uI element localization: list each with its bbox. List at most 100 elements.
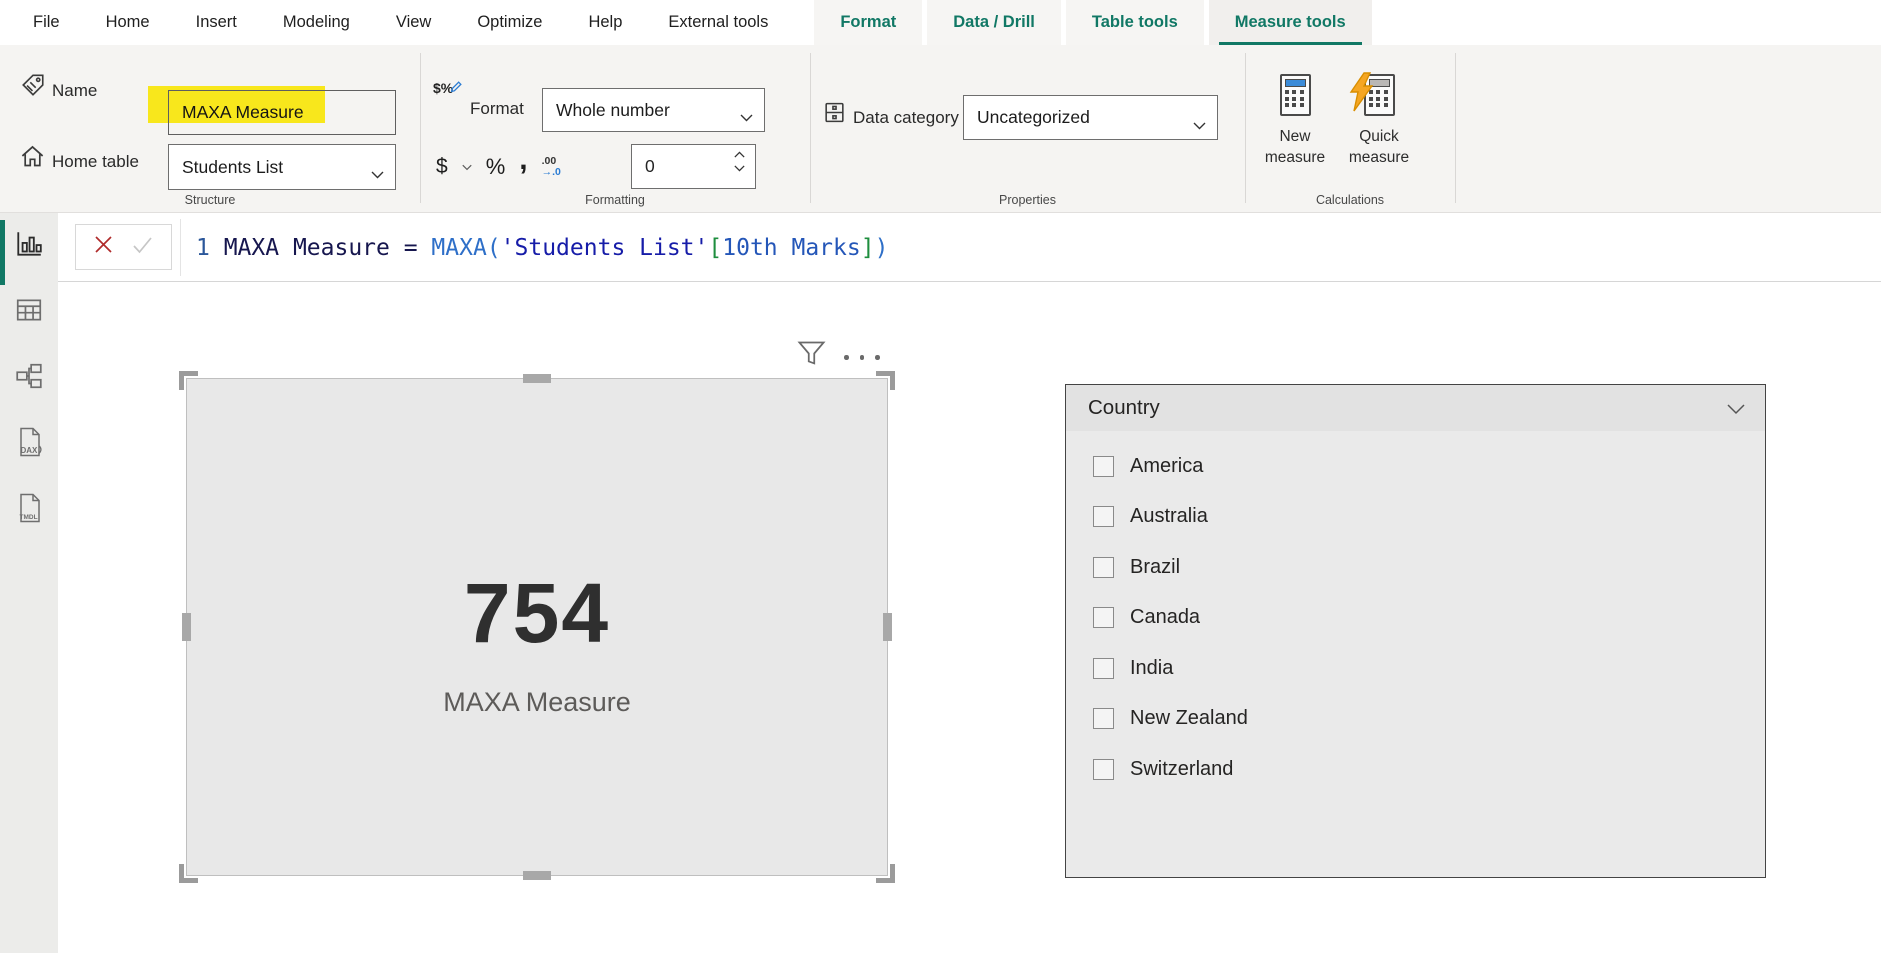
chevron-down-icon <box>1193 114 1206 135</box>
model-view-icon <box>14 361 44 396</box>
checkbox-unchecked[interactable] <box>1093 456 1114 477</box>
formula-token: ( <box>487 235 501 261</box>
checkbox-unchecked[interactable] <box>1093 557 1114 578</box>
slicer-item-label: Brazil <box>1130 556 1180 579</box>
checkbox-unchecked[interactable] <box>1093 506 1114 527</box>
resize-handle[interactable] <box>523 374 551 383</box>
tab-table-tools[interactable]: Table tools <box>1066 0 1204 45</box>
decimal-places-stepper[interactable]: 0 <box>631 144 756 189</box>
sidebar-item-model-view[interactable] <box>0 345 58 411</box>
formula-token: MAXA <box>431 235 486 261</box>
menu-item-home[interactable]: Home <box>83 0 173 45</box>
slicer-item-america[interactable]: America <box>1093 441 1765 492</box>
resize-handle[interactable] <box>876 371 895 390</box>
stepper-arrows[interactable] <box>734 151 745 172</box>
data-category-value: Uncategorized <box>977 107 1090 128</box>
menu-item-file[interactable]: File <box>10 0 83 45</box>
menu-bar: FileHomeInsertModelingViewOptimizeHelpEx… <box>0 0 1881 45</box>
resize-handle[interactable] <box>182 613 191 641</box>
format-pencil-icon: $% <box>433 72 463 96</box>
formula-token: 'Students List' <box>501 235 709 261</box>
sidebar-item-table-view[interactable] <box>0 279 58 345</box>
menu-item-insert[interactable]: Insert <box>173 0 260 45</box>
new-measure-calculator-icon <box>1280 74 1311 116</box>
formula-token: ) <box>875 235 889 261</box>
slicer-item-label: Australia <box>1130 505 1208 528</box>
tmdl-view-icon: TMDL <box>14 492 44 529</box>
filter-icon[interactable] <box>795 337 828 375</box>
slicer-item-new-zealand[interactable]: New Zealand <box>1093 694 1765 745</box>
resize-handle[interactable] <box>883 613 892 641</box>
chevron-down-icon[interactable] <box>462 158 472 176</box>
card-visual[interactable]: 754 MAXA Measure <box>186 378 888 876</box>
home-table-select[interactable]: Students List <box>168 144 396 190</box>
data-category-select[interactable]: Uncategorized <box>963 95 1218 140</box>
checkbox-unchecked[interactable] <box>1093 708 1114 729</box>
resize-handle[interactable] <box>179 371 198 390</box>
new-measure-label: New measure <box>1265 126 1325 168</box>
resize-handle[interactable] <box>876 864 895 883</box>
checkbox-unchecked[interactable] <box>1093 658 1114 679</box>
tab-measure-tools[interactable]: Measure tools <box>1209 0 1372 45</box>
cancel-formula-button[interactable] <box>94 235 113 259</box>
slicer-item-brazil[interactable]: Brazil <box>1093 542 1765 593</box>
group-label-calculations: Calculations <box>1245 193 1455 207</box>
format-select[interactable]: Whole number <box>542 88 765 132</box>
sidebar-item-tmdl-view[interactable]: TMDL <box>0 477 58 543</box>
ribbon-divider <box>1245 53 1246 203</box>
slicer-item-australia[interactable]: Australia <box>1093 492 1765 543</box>
slicer-title: Country <box>1088 396 1160 420</box>
tab-data-drill[interactable]: Data / Drill <box>927 0 1061 45</box>
menu-item-modeling[interactable]: Modeling <box>260 0 373 45</box>
slicer-item-label: New Zealand <box>1130 707 1248 730</box>
report-canvas[interactable]: 754 MAXA Measure Country America Australi… <box>58 282 1881 953</box>
formula-text[interactable]: 1 MAXA Measure = MAXA('Students List'[10… <box>196 213 888 282</box>
home-icon <box>19 143 46 175</box>
data-category-icon <box>822 100 847 130</box>
group-label-formatting: Formatting <box>420 193 810 207</box>
sidebar-item-report-view[interactable] <box>0 213 58 279</box>
ribbon-divider <box>420 53 421 203</box>
lightning-icon <box>1348 72 1374 117</box>
sidebar-item-dax-query-view[interactable]: DAX <box>0 411 58 477</box>
contextual-tabs: FormatData / DrillTable toolsMeasure too… <box>809 0 1371 45</box>
decimal-places-value: 0 <box>645 156 655 177</box>
slicer-item-switzerland[interactable]: Switzerland <box>1093 744 1765 795</box>
chevron-down-icon <box>371 163 384 184</box>
checkbox-unchecked[interactable] <box>1093 759 1114 780</box>
resize-handle[interactable] <box>523 871 551 880</box>
percent-icon[interactable]: % <box>486 154 506 180</box>
more-options-icon[interactable] <box>844 355 880 360</box>
country-slicer[interactable]: Country America Australia Brazil Canada Indi… <box>1065 384 1766 878</box>
quick-measure-label: Quick measure <box>1349 126 1409 168</box>
slicer-item-india[interactable]: India <box>1093 643 1765 694</box>
home-table-value: Students List <box>182 157 283 178</box>
menu-item-optimize[interactable]: Optimize <box>454 0 565 45</box>
group-label-properties: Properties <box>810 193 1245 207</box>
menu-item-help[interactable]: Help <box>565 0 645 45</box>
data-category-label: Data category <box>853 108 959 128</box>
format-value: Whole number <box>556 100 670 121</box>
new-measure-button[interactable]: New measure <box>1254 67 1336 168</box>
slicer-item-canada[interactable]: Canada <box>1093 593 1765 644</box>
ribbon: Name Home table Students List Structure … <box>0 45 1881 213</box>
resize-handle[interactable] <box>179 864 198 883</box>
measure-name-input[interactable] <box>168 90 396 135</box>
slicer-item-label: Canada <box>1130 606 1200 629</box>
commit-formula-button[interactable] <box>132 236 153 259</box>
view-sidebar: DAX TMDL <box>0 213 58 953</box>
thousands-separator-icon[interactable]: , <box>519 155 527 165</box>
quick-measure-button[interactable]: Quick measure <box>1338 67 1420 168</box>
table-view-icon <box>14 295 44 330</box>
menu-item-external-tools[interactable]: External tools <box>645 0 791 45</box>
svg-text:TMDL: TMDL <box>20 514 38 521</box>
formula-token: MAXA Measure <box>224 235 404 261</box>
menu-item-view[interactable]: View <box>373 0 454 45</box>
quick-measure-calculator-icon <box>1364 74 1395 116</box>
decimal-places-icon[interactable]: .00→.0 <box>542 156 561 178</box>
chevron-down-icon[interactable] <box>1727 402 1745 420</box>
group-label-structure: Structure <box>0 193 420 207</box>
tab-format[interactable]: Format <box>814 0 922 45</box>
checkbox-unchecked[interactable] <box>1093 607 1114 628</box>
dollar-icon[interactable]: $ <box>436 155 448 179</box>
